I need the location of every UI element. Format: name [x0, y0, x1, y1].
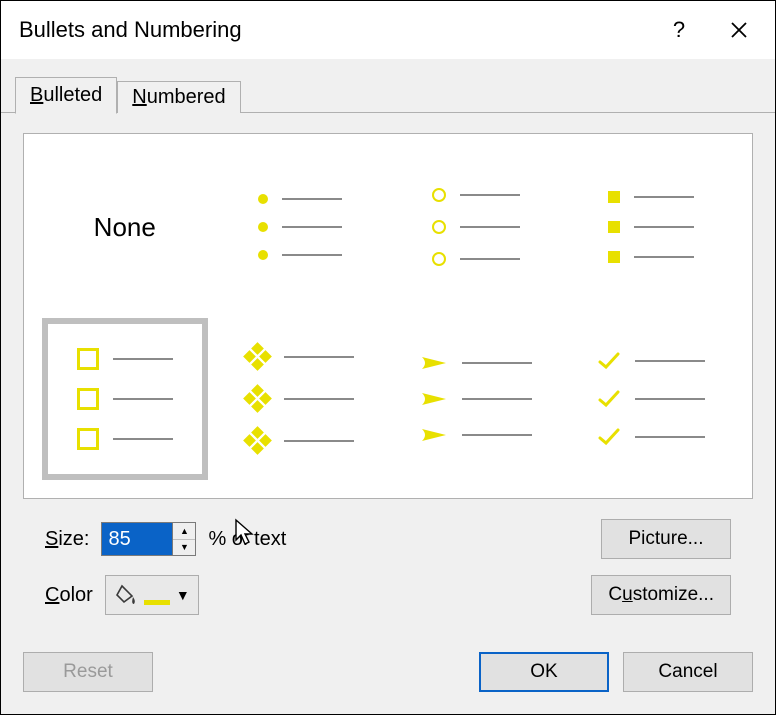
bullet-option-diamonds[interactable] — [218, 318, 384, 480]
reset-button[interactable]: Reset — [23, 652, 153, 692]
bullet-option-dot[interactable] — [218, 146, 384, 308]
diamonds-icon — [246, 387, 270, 411]
size-label: Size: — [45, 528, 89, 551]
customize-button[interactable]: Customize... — [591, 575, 731, 615]
bullet-option-box[interactable] — [42, 318, 208, 480]
tab-numbered[interactable]: Numbered — [117, 81, 240, 113]
circle-icon — [432, 188, 446, 202]
diamonds-icon — [246, 345, 270, 369]
size-input[interactable] — [102, 523, 172, 555]
client-area: Bulleted Numbered None — [1, 59, 775, 714]
footer: Reset OK Cancel — [1, 632, 775, 714]
bullet-option-check[interactable] — [569, 318, 735, 480]
size-suffix: % of text — [208, 528, 286, 551]
square-icon — [608, 191, 620, 203]
cancel-button[interactable]: Cancel — [623, 652, 753, 692]
size-step-up[interactable]: ▲ — [173, 523, 195, 539]
circle-icon — [432, 252, 446, 266]
circle-icon — [432, 220, 446, 234]
color-row: Color ▼ — [45, 575, 388, 615]
dialog-title: Bullets and Numbering — [19, 17, 649, 43]
titlebar: Bullets and Numbering ? — [1, 1, 775, 59]
box-icon — [77, 348, 99, 370]
check-icon — [597, 351, 621, 371]
color-label: Color — [45, 584, 93, 607]
size-row: Size: ▲ ▼ % of text — [45, 519, 388, 559]
chevron-down-icon: ▼ — [176, 587, 190, 603]
check-icon — [597, 389, 621, 409]
help-button[interactable]: ? — [649, 1, 709, 59]
close-icon — [730, 21, 748, 39]
bullet-gallery: None — [23, 133, 753, 499]
size-spinner[interactable]: ▲ ▼ — [101, 522, 196, 556]
check-icon — [597, 427, 621, 447]
dot-icon — [258, 194, 268, 204]
box-icon — [77, 428, 99, 450]
diamonds-icon — [246, 429, 270, 453]
close-button[interactable] — [709, 1, 769, 59]
paint-bucket-icon — [114, 584, 138, 606]
box-icon — [77, 388, 99, 410]
arrow-icon — [420, 354, 448, 372]
customize-row: Customize... — [388, 575, 731, 615]
none-label: None — [94, 212, 156, 243]
tabs: Bulleted Numbered — [1, 59, 775, 113]
bullet-option-none[interactable]: None — [42, 146, 208, 308]
bullet-option-arrow[interactable] — [393, 318, 559, 480]
bullet-option-square[interactable] — [569, 146, 735, 308]
square-icon — [608, 221, 620, 233]
picture-row: Picture... — [388, 519, 731, 559]
tab-bulleted-label: ulleted — [43, 84, 102, 106]
bullet-option-circle[interactable] — [393, 146, 559, 308]
controls: Size: ▲ ▼ % of text Picture... — [23, 499, 753, 615]
square-icon — [608, 251, 620, 263]
arrow-icon — [420, 426, 448, 444]
help-icon: ? — [673, 17, 685, 43]
picture-button[interactable]: Picture... — [601, 519, 731, 559]
dot-icon — [258, 222, 268, 232]
bullets-numbering-dialog: Bullets and Numbering ? Bulleted Numbere… — [0, 0, 776, 715]
tab-bulleted[interactable]: Bulleted — [15, 77, 117, 114]
arrow-icon — [420, 390, 448, 408]
tab-numbered-label: umbered — [147, 86, 226, 108]
color-swatch — [144, 600, 170, 605]
size-step-down[interactable]: ▼ — [173, 539, 195, 556]
ok-button[interactable]: OK — [479, 652, 609, 692]
bulleted-panel: None — [1, 113, 775, 632]
color-picker[interactable]: ▼ — [105, 575, 199, 615]
dot-icon — [258, 250, 268, 260]
